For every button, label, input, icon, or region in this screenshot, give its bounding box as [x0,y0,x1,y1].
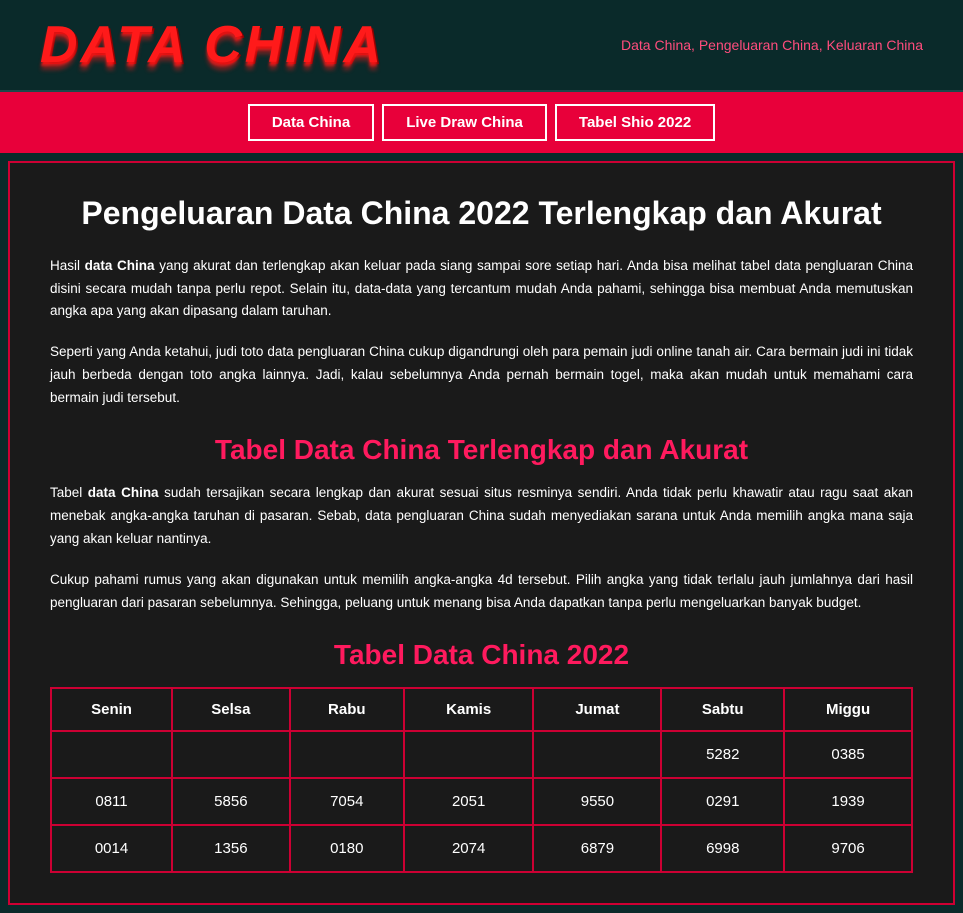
table-head: Senin Selsa Rabu Kamis Jumat Sabtu Miggu [51,688,912,731]
data-table: Senin Selsa Rabu Kamis Jumat Sabtu Miggu… [50,687,913,873]
col-rabu: Rabu [290,688,404,731]
site-logo: DATA CHINA [40,15,384,75]
cell-r1-c6: 5282 [661,731,784,778]
cell-r2-c3: 7054 [290,778,404,825]
table-row: 0014 1356 0180 2074 6879 6998 9706 [51,825,912,872]
section-paragraph-2: Cukup pahami rumus yang akan digunakan u… [50,569,913,615]
table-row: 5282 0385 [51,731,912,778]
col-miggu: Miggu [784,688,912,731]
cell-r2-c5: 9550 [533,778,661,825]
intro-paragraph-1: Hasil data China yang akurat dan terleng… [50,255,913,324]
cell-r1-c5 [533,731,661,778]
col-sabtu: Sabtu [661,688,784,731]
cell-r3-c4: 2074 [404,825,534,872]
cell-r3-c1: 0014 [51,825,172,872]
cell-r2-c4: 2051 [404,778,534,825]
cell-r1-c7: 0385 [784,731,912,778]
cell-r3-c3: 0180 [290,825,404,872]
nav-tabel-shio[interactable]: Tabel Shio 2022 [555,104,715,141]
cell-r3-c6: 6998 [661,825,784,872]
cell-r1-c4 [404,731,534,778]
cell-r2-c2: 5856 [172,778,290,825]
nav-data-china[interactable]: Data China [248,104,374,141]
cell-r3-c5: 6879 [533,825,661,872]
section-paragraph-1: Tabel data China sudah tersajikan secara… [50,482,913,551]
cell-r3-c7: 9706 [784,825,912,872]
main-content: Pengeluaran Data China 2022 Terlengkap d… [8,161,955,905]
cell-r1-c2 [172,731,290,778]
cell-r3-c2: 1356 [172,825,290,872]
nav-live-draw-china[interactable]: Live Draw China [382,104,547,141]
table-header-row: Senin Selsa Rabu Kamis Jumat Sabtu Miggu [51,688,912,731]
header: DATA CHINA Data China, Pengeluaran China… [0,0,963,92]
table-body: 5282 0385 0811 5856 7054 2051 9550 0291 … [51,731,912,872]
col-senin: Senin [51,688,172,731]
col-selsa: Selsa [172,688,290,731]
intro-paragraph-2: Seperti yang Anda ketahui, judi toto dat… [50,341,913,410]
cell-r2-c1: 0811 [51,778,172,825]
cell-r1-c1 [51,731,172,778]
col-kamis: Kamis [404,688,534,731]
cell-r2-c7: 1939 [784,778,912,825]
cell-r2-c6: 0291 [661,778,784,825]
page-title: Pengeluaran Data China 2022 Terlengkap d… [50,193,913,235]
header-tagline: Data China, Pengeluaran China, Keluaran … [621,37,923,53]
nav-bar: Data China Live Draw China Tabel Shio 20… [0,92,963,153]
logo-text: DATA CHINA [40,15,384,75]
cell-r1-c3 [290,731,404,778]
table-title: Tabel Data China 2022 [50,639,913,671]
section-title: Tabel Data China Terlengkap dan Akurat [50,434,913,466]
table-row: 0811 5856 7054 2051 9550 0291 1939 [51,778,912,825]
col-jumat: Jumat [533,688,661,731]
